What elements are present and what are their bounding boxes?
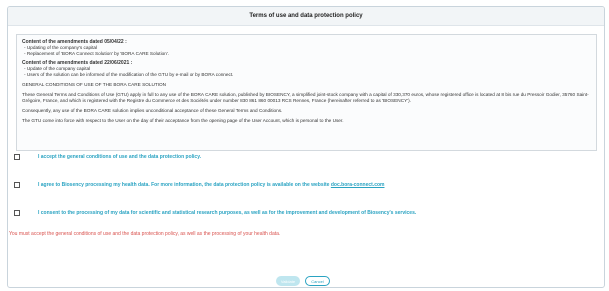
health-data-row[interactable]: I agree to Biosency processing my health… xyxy=(14,182,384,188)
terms-paragraph: Consequently, any use of the BORA CARE s… xyxy=(22,108,283,113)
terms-dialog: Terms of use and data protection policy … xyxy=(7,6,605,288)
accept-terms-checkbox[interactable] xyxy=(14,154,20,160)
terms-text-box[interactable]: Content of the amendments dated 05/04/22… xyxy=(16,34,597,151)
dialog-buttons: Validate Cancel xyxy=(0,276,609,288)
health-data-text: I agree to Biosency processing my health… xyxy=(38,182,331,188)
health-data-checkbox[interactable] xyxy=(14,182,20,188)
validate-button[interactable]: Validate xyxy=(276,276,300,286)
research-consent-row[interactable]: I consent to the processing of my data f… xyxy=(14,210,416,216)
terms-paragraph: The GTU come into force with respect to … xyxy=(22,118,344,123)
research-consent-label[interactable]: I consent to the processing of my data f… xyxy=(38,210,416,216)
cancel-button[interactable]: Cancel xyxy=(305,276,330,286)
dialog-title: Terms of use and data protection policy xyxy=(249,13,363,19)
section-title: GENERAL CONDITIONS OF USE OF THE BORA CA… xyxy=(22,82,167,87)
health-data-label[interactable]: I agree to Biosency processing my health… xyxy=(38,182,384,188)
accept-terms-row[interactable]: I accept the general conditions of use a… xyxy=(14,154,201,160)
research-consent-checkbox[interactable] xyxy=(14,210,20,216)
amendment-1-item: - Replacement of 'BORA Connect Solution'… xyxy=(24,51,170,56)
terms-paragraph: These General Terms and Conditions of Us… xyxy=(22,92,589,103)
policy-link[interactable]: doc.bora-connect.com xyxy=(331,182,385,188)
amendment-2-item: - Users of the solution can be informed … xyxy=(24,72,234,77)
validation-warning: You must accept the general conditions o… xyxy=(9,231,281,237)
dialog-header: Terms of use and data protection policy xyxy=(8,7,604,26)
accept-terms-label[interactable]: I accept the general conditions of use a… xyxy=(38,154,201,160)
